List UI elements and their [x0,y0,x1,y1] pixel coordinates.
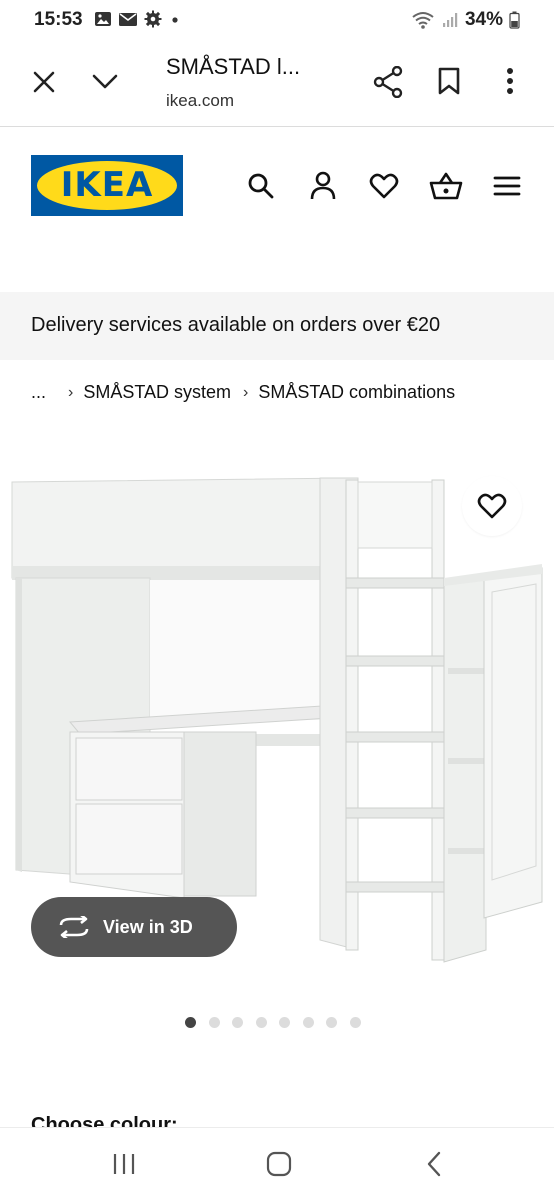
more-vert-icon[interactable] [496,64,524,98]
wifi-icon [412,12,434,29]
dot-icon [172,17,178,23]
rotate-3d-icon [59,916,89,938]
battery-icon [509,11,520,29]
signal-icon [442,13,458,27]
status-notification-icons [94,10,182,28]
back-icon[interactable] [414,1148,454,1180]
bookmark-icon[interactable] [434,64,464,98]
heart-icon [477,493,507,519]
view-in-3d-label: View in 3D [103,916,193,937]
recent-apps-icon[interactable] [104,1148,144,1180]
carousel-dots [185,1017,361,1028]
site-header: IKEA [0,127,554,292]
gear-icon [144,10,162,28]
carousel-dot[interactable] [279,1017,290,1028]
account-icon[interactable] [307,170,339,202]
logo-text: IKEA [60,165,154,205]
add-to-favourites-button[interactable] [462,476,522,536]
ikea-logo[interactable]: IKEA [31,155,183,216]
browser-toolbar: SMÅSTAD l... ikea.com [0,40,554,127]
mail-icon [119,13,137,26]
breadcrumb-ellipsis[interactable]: ... [31,382,46,403]
status-time: 15:53 [34,9,83,30]
basket-icon[interactable] [428,170,464,202]
chevron-down-icon[interactable] [88,66,122,98]
carousel-dot[interactable] [232,1017,243,1028]
carousel-dot[interactable] [349,1017,361,1028]
choose-colour-heading: Choose colour: [31,1114,178,1127]
breadcrumb-smastad-system[interactable]: SMÅSTAD system [83,382,231,403]
chevron-right-icon: › [68,383,74,401]
carousel-dot[interactable] [302,1017,314,1028]
status-bar: 15:53 34% [0,0,554,40]
page-url[interactable]: ikea.com [166,91,234,111]
search-icon[interactable] [245,170,277,202]
close-icon[interactable] [28,66,60,98]
page-title: SMÅSTAD l... [166,54,301,79]
image-icon [95,12,111,26]
delivery-banner-text: Delivery services available on orders ov… [31,314,441,336]
status-system-icons: 34% [411,9,520,31]
home-icon[interactable] [259,1148,299,1180]
view-in-3d-button[interactable]: View in 3D [31,897,237,957]
chevron-right-icon: › [243,383,249,401]
system-navigation-bar [0,1127,554,1201]
carousel-dot[interactable] [208,1017,220,1028]
menu-icon[interactable] [491,170,523,202]
carousel-dot[interactable] [185,1017,196,1028]
battery-percent: 34% [464,9,503,30]
breadcrumb-smastad-combinations[interactable]: SMÅSTAD combinations [258,382,455,403]
share-icon[interactable] [370,64,406,100]
breadcrumb: ... › SMÅSTAD system › SMÅSTAD combinati… [31,382,455,403]
heart-icon[interactable] [368,170,400,202]
carousel-dot[interactable] [326,1017,337,1028]
delivery-banner[interactable]: Delivery services available on orders ov… [0,292,554,360]
carousel-dot[interactable] [255,1017,267,1028]
